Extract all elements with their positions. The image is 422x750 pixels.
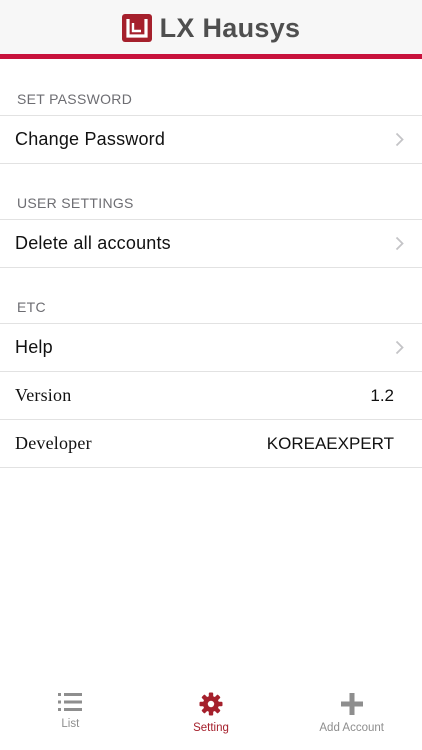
gear-icon [199,692,223,716]
version-value: 1.2 [370,385,394,405]
section-header-etc: ETC [0,268,422,324]
brand-name: LX Hausys [159,12,301,43]
chevron-right-icon [395,340,404,355]
tab-list[interactable]: List [0,680,141,750]
app-header: LX Hausys [0,0,422,54]
row-label: Version [15,385,72,405]
brand-logo: LX Hausys [121,12,301,44]
chevron-right-icon [395,132,404,147]
list-icon [58,693,83,711]
developer-value: KOREAEXPERT [266,433,394,453]
delete-all-accounts-row[interactable]: Delete all accounts [0,220,422,268]
help-row[interactable]: Help [0,324,422,372]
tab-add-account[interactable]: Add Account [281,680,422,750]
version-row: Version 1.2 [0,372,422,420]
plus-icon [340,693,363,715]
row-label: Help [15,337,53,357]
chevron-right-icon [395,236,404,251]
section-header-user-settings: USER SETTINGS [0,164,422,220]
change-password-row[interactable]: Change Password [0,116,422,164]
section-header-set-password: SET PASSWORD [0,59,422,116]
developer-row: Developer KOREAEXPERT [0,420,422,468]
tab-label: List [61,718,80,730]
tab-label: Setting [193,722,229,734]
tab-label: Add Account [319,722,384,734]
tab-bar: List Setting Add Account [0,680,422,750]
lx-logo-icon [121,14,152,42]
tab-setting[interactable]: Setting [141,680,282,750]
row-label: Change Password [15,129,166,149]
row-label: Delete all accounts [15,233,171,253]
settings-list: SET PASSWORD Change Password USER SETTIN… [0,59,422,468]
row-label: Developer [15,433,92,453]
